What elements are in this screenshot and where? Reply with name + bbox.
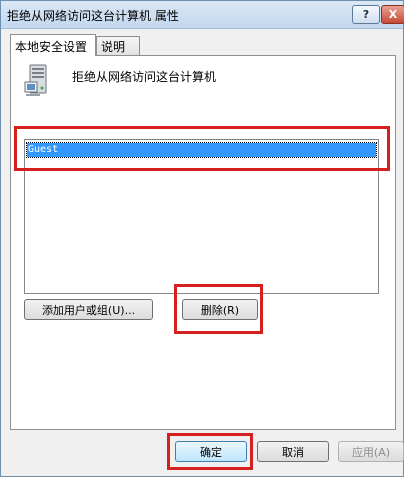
tab-panel: 拒绝从网络访问这台计算机 Guest 添加用户或组(U)... 删除(R) — [10, 55, 396, 430]
close-button[interactable]: X — [381, 5, 404, 24]
list-item[interactable]: Guest — [26, 142, 377, 158]
tab-explain[interactable]: 说明 — [96, 36, 140, 55]
help-button[interactable]: ? — [352, 5, 380, 24]
remove-button[interactable]: 删除(R) — [182, 299, 258, 320]
window-title: 拒绝从网络访问这台计算机 属性 — [7, 9, 179, 23]
add-user-or-group-button[interactable]: 添加用户或组(U)... — [24, 299, 153, 320]
accounts-listbox[interactable]: Guest — [24, 139, 379, 294]
apply-button[interactable]: 应用(A) — [338, 441, 404, 462]
title-bar[interactable]: 拒绝从网络访问这台计算机 属性 ? X — [1, 1, 404, 29]
server-computer-icon — [24, 64, 47, 96]
close-icon: X — [388, 8, 398, 21]
properties-dialog: 拒绝从网络访问这台计算机 属性 ? X 本地安全设置 说明 拒绝从网络访问这台计… — [0, 0, 404, 477]
cancel-button[interactable]: 取消 — [257, 441, 329, 462]
help-icon: ? — [362, 8, 370, 21]
policy-title: 拒绝从网络访问这台计算机 — [72, 70, 217, 84]
ok-button[interactable]: 确定 — [175, 441, 247, 462]
tab-local-security-setting[interactable]: 本地安全设置 — [10, 34, 96, 56]
